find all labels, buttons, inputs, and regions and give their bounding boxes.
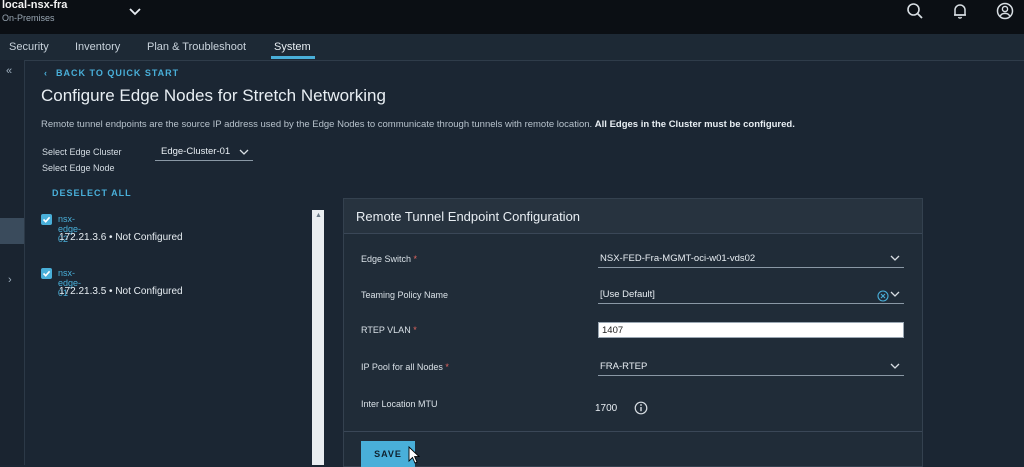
inter-location-mtu-value: 1700 [595, 403, 618, 414]
ip-pool-label: IP Pool for all Nodes * [361, 362, 449, 372]
panel-header: Remote Tunnel Endpoint Configuration [344, 199, 922, 234]
rtep-config-panel: Remote Tunnel Endpoint Configuration Edg… [343, 198, 923, 467]
teaming-policy-value: [Use Default] [600, 289, 655, 300]
deselect-all-link[interactable]: DESELECT ALL [52, 188, 132, 198]
edge-node-detail: 172.21.3.6 • Not Configured [59, 232, 183, 243]
description-bold-text: All Edges in the Cluster must be configu… [594, 119, 795, 130]
description-text: Remote tunnel endpoints are the source I… [41, 119, 593, 130]
chevron-down-icon[interactable] [128, 5, 142, 19]
info-icon[interactable] [634, 401, 648, 415]
mouse-cursor-icon [408, 446, 420, 464]
expand-icon[interactable]: › [8, 274, 12, 286]
site-name: local-nsx-fra [2, 0, 68, 11]
required-mark: * [413, 325, 417, 335]
chevron-down-icon [890, 255, 900, 261]
site-type: On-Premises [2, 13, 55, 23]
teaming-policy-label: Teaming Policy Name [361, 290, 449, 300]
bell-icon[interactable] [951, 2, 969, 20]
left-rail: « › [0, 60, 25, 465]
top-header: local-nsx-fra On-Premises [0, 0, 1024, 34]
chevron-down-icon [890, 291, 900, 297]
clear-icon[interactable] [877, 290, 889, 302]
main-nav: Security Inventory Plan & Troubleshoot S… [0, 34, 1024, 61]
edge-cluster-select[interactable]: Edge-Cluster-01 [155, 144, 253, 161]
chevron-down-icon [890, 363, 900, 369]
user-icon[interactable] [996, 2, 1014, 20]
edge-switch-value: NSX-FED-Fra-MGMT-oci-w01-vds02 [600, 253, 756, 264]
search-icon[interactable] [906, 2, 924, 20]
teaming-policy-select[interactable]: [Use Default] [598, 286, 904, 304]
edge-node-detail: 172.21.3.5 • Not Configured [59, 286, 183, 297]
page-description: Remote tunnel endpoints are the source I… [41, 119, 795, 130]
edge-switch-label: Edge Switch * [361, 254, 418, 264]
panel-title: Remote Tunnel Endpoint Configuration [356, 209, 581, 224]
save-button[interactable]: SAVE [361, 441, 415, 467]
ip-pool-select[interactable]: FRA-RTEP [598, 358, 904, 376]
page-title: Configure Edge Nodes for Stretch Network… [41, 86, 386, 105]
tab-system[interactable]: System [274, 41, 311, 53]
panel-divider [344, 431, 922, 432]
back-to-quick-start-link[interactable]: ‹ BACK TO QUICK START [44, 68, 179, 78]
select-edge-node-label: Select Edge Node [42, 163, 115, 173]
edge-cluster-value: Edge-Cluster-01 [161, 146, 231, 157]
collapse-icon[interactable]: « [6, 65, 12, 77]
required-mark: * [413, 254, 418, 264]
inter-location-mtu-label: Inter Location MTU [361, 399, 438, 409]
chevron-left-icon: ‹ [44, 68, 48, 78]
scroll-up-icon[interactable]: ▲ [315, 212, 322, 219]
ip-pool-value: FRA-RTEP [600, 361, 648, 372]
tab-security[interactable]: Security [9, 41, 49, 53]
chevron-down-icon [239, 149, 249, 155]
node-list-scrollbar[interactable]: ▲ [312, 210, 324, 465]
rtep-vlan-input[interactable]: 1407 [598, 322, 904, 338]
back-link-label: BACK TO QUICK START [56, 68, 180, 78]
checkbox-checked-icon[interactable] [41, 268, 52, 279]
required-mark: * [445, 362, 449, 372]
tab-inventory[interactable]: Inventory [75, 41, 120, 53]
rail-selected-item[interactable] [0, 218, 24, 244]
select-edge-cluster-label: Select Edge Cluster [42, 147, 122, 157]
rtep-vlan-label: RTEP VLAN * [361, 325, 417, 335]
active-tab-indicator [271, 56, 315, 59]
checkbox-checked-icon[interactable] [41, 214, 52, 225]
tab-plan-troubleshoot[interactable]: Plan & Troubleshoot [147, 41, 246, 53]
edge-switch-select[interactable]: NSX-FED-Fra-MGMT-oci-w01-vds02 [598, 250, 904, 268]
